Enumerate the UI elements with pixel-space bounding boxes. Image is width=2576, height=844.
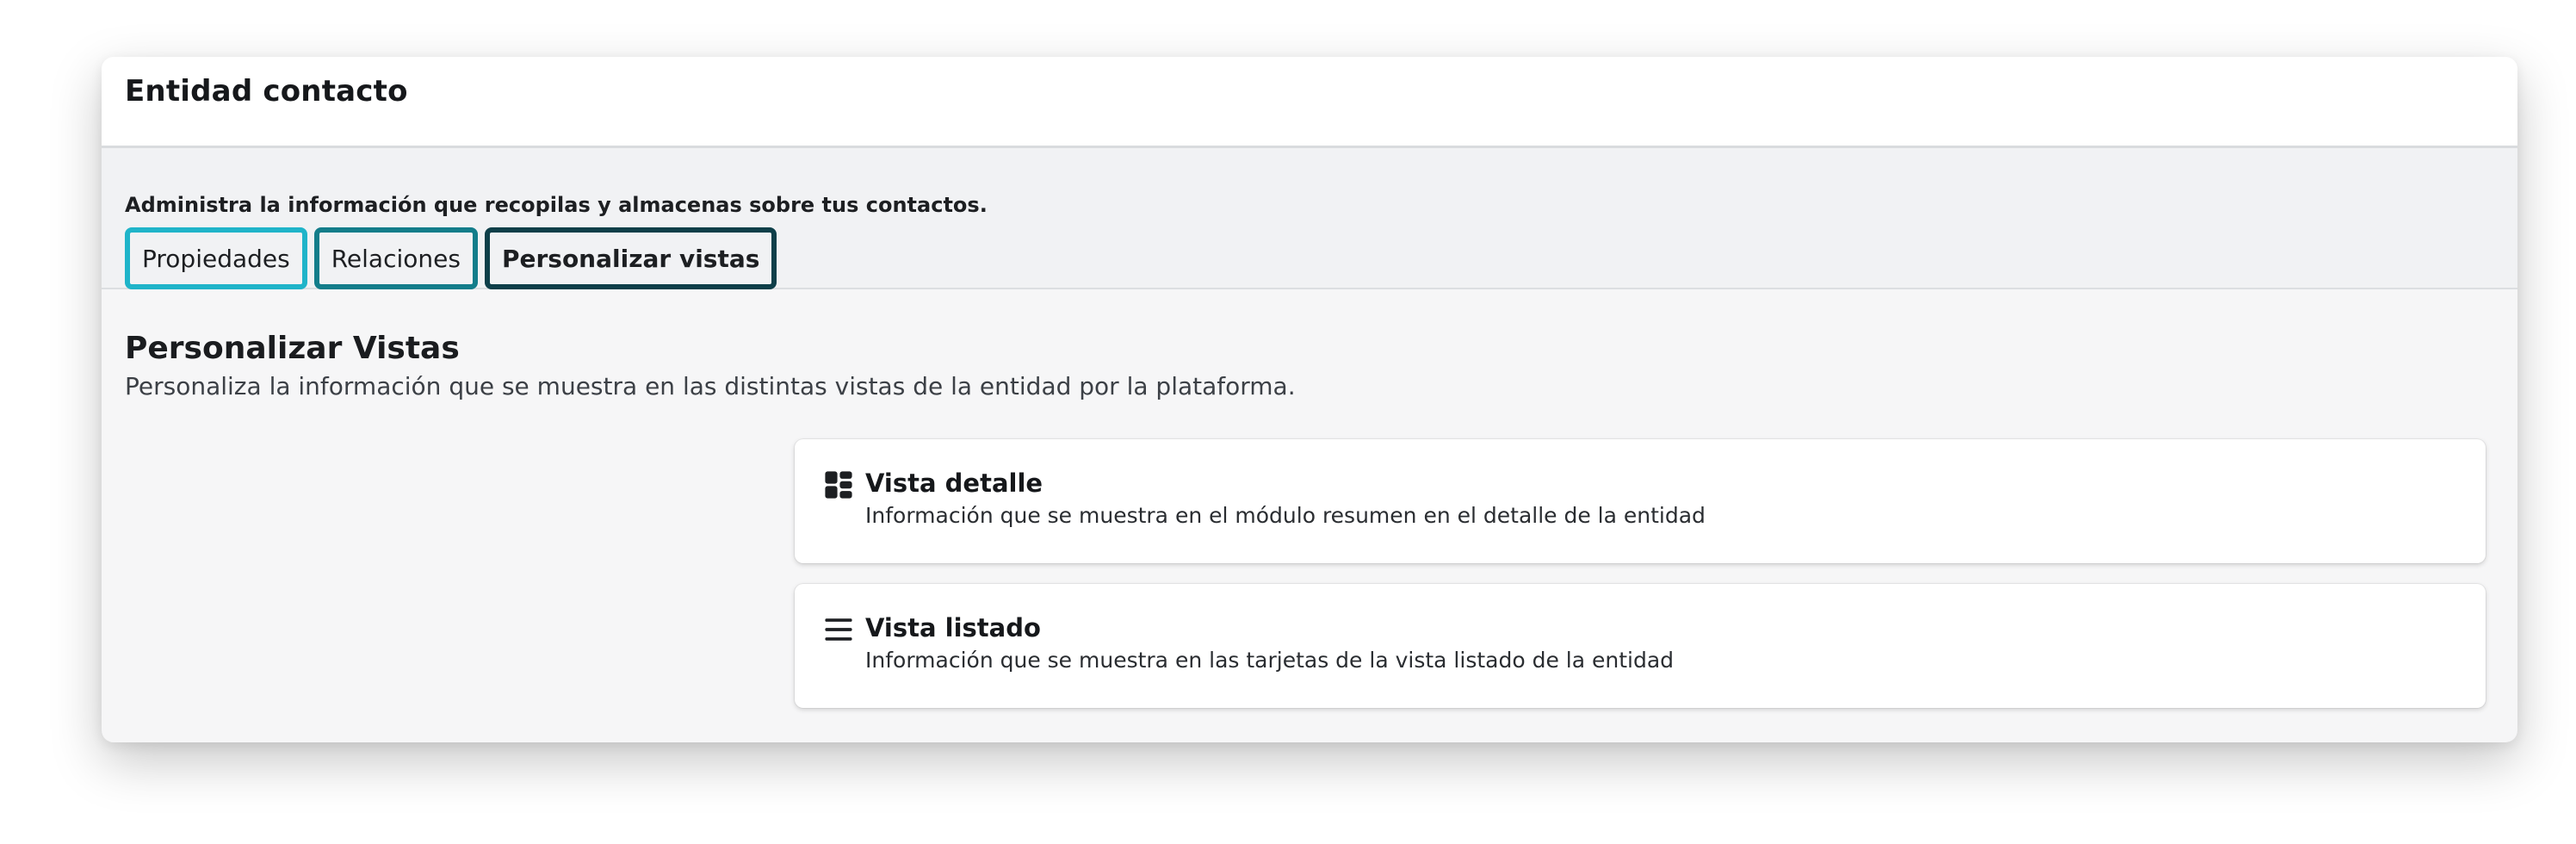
card-title: Vista listado — [865, 613, 1041, 642]
card-vista-listado[interactable]: Vista listado Información que se muestra… — [795, 584, 2486, 708]
subheader: Administra la información que recopilas … — [102, 148, 2517, 289]
card-text: Vista listado Información que se muestra… — [865, 613, 1674, 673]
section-description: Personaliza la información que se muestr… — [125, 372, 1296, 400]
card-vista-detalle[interactable]: Vista detalle Información que se muestra… — [795, 439, 2486, 563]
card-description: Información que se muestra en el módulo … — [865, 503, 1706, 528]
tab-personalizar-vistas[interactable]: Personalizar vistas — [484, 227, 777, 289]
entity-settings-panel: Entidad contacto Administra la informaci… — [102, 57, 2517, 742]
dashboard-icon — [825, 471, 852, 499]
tab-bar: Propiedades Relaciones Personalizar vist… — [125, 227, 2517, 289]
page-title: Entidad contacto — [125, 74, 408, 109]
card-text: Vista detalle Información que se muestra… — [865, 469, 1706, 528]
content-area: Personalizar Vistas Personaliza la infor… — [102, 289, 2517, 400]
section-title: Personalizar Vistas — [125, 331, 460, 366]
card-title: Vista detalle — [865, 469, 1043, 498]
view-cards: Vista detalle Información que se muestra… — [795, 439, 2486, 729]
tab-propiedades[interactable]: Propiedades — [125, 227, 307, 289]
panel-header: Entidad contacto — [102, 57, 2517, 148]
card-description: Información que se muestra en las tarjet… — [865, 648, 1675, 673]
subheader-description: Administra la información que recopilas … — [125, 193, 988, 217]
tab-relaciones[interactable]: Relaciones — [313, 227, 478, 289]
list-icon — [825, 618, 852, 641]
